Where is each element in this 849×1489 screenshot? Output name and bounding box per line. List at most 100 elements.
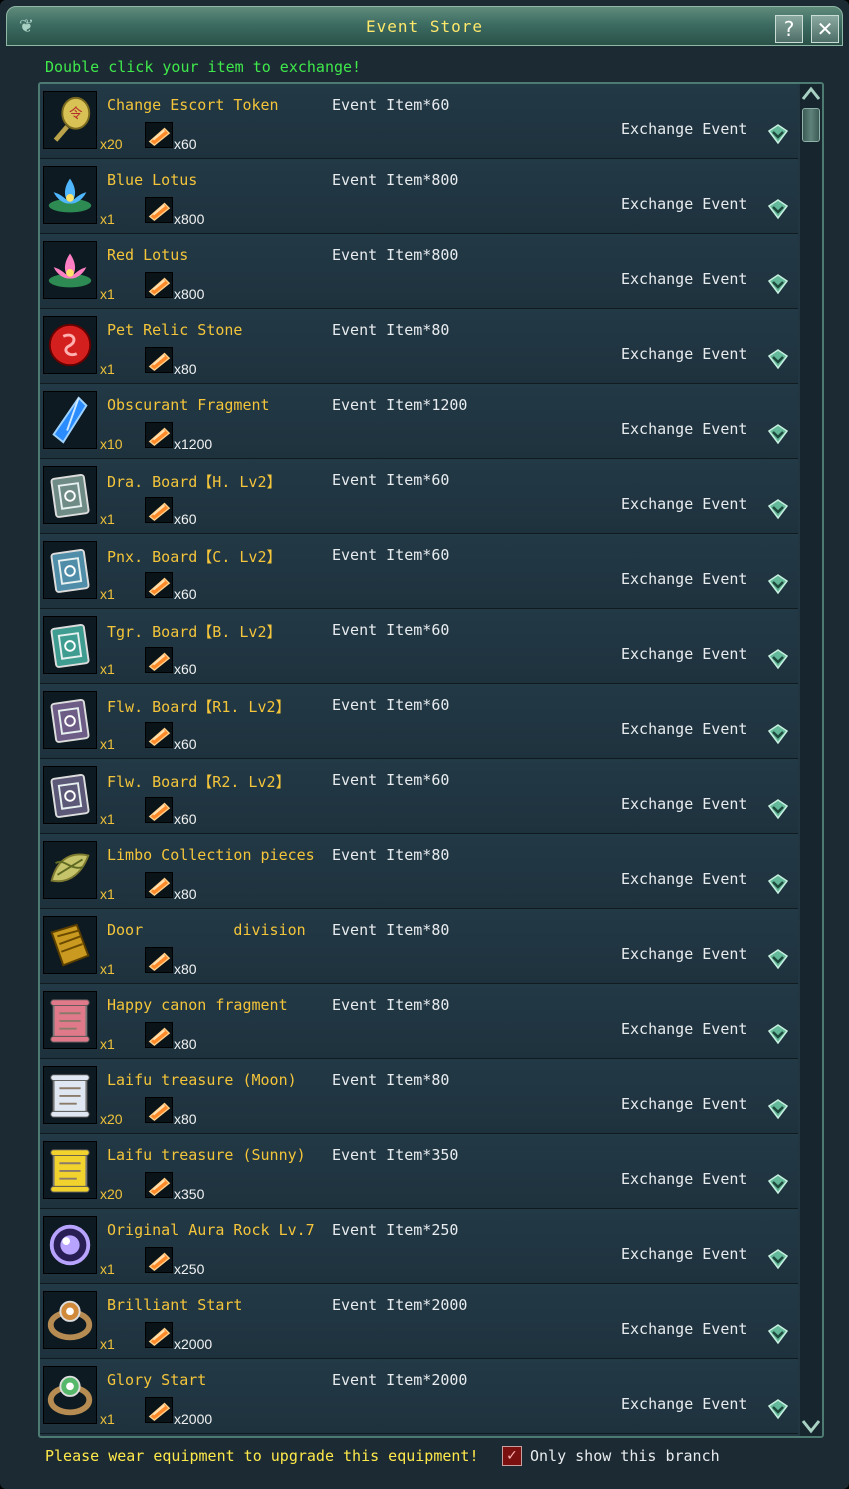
- item-quantity: x1: [100, 1411, 115, 1427]
- exchange-event-label[interactable]: Exchange Event: [621, 195, 747, 213]
- exchange-event-label[interactable]: Exchange Event: [621, 570, 747, 588]
- exchange-arrow-icon[interactable]: [766, 572, 790, 596]
- close-button[interactable]: ✕: [811, 15, 839, 43]
- item-list: 令 Change Escort Token Event Item*60 x20 x60 E…: [38, 82, 824, 1438]
- branch-checkbox[interactable]: ✓: [502, 1446, 522, 1466]
- exchange-arrow-icon[interactable]: [766, 197, 790, 221]
- red-lotus-icon[interactable]: [43, 241, 97, 299]
- item-row[interactable]: Flw. Board【R1. Lv2】 Event Item*60 x1 x60 Exc…: [40, 684, 798, 759]
- event-item-icon: [145, 122, 173, 148]
- scroll-icon[interactable]: [43, 991, 97, 1049]
- item-row[interactable]: Dra. Board【H. Lv2】 Event Item*60 x1 x60 Exch…: [40, 459, 798, 534]
- exchange-arrow-icon[interactable]: [766, 947, 790, 971]
- item-row[interactable]: Glory Start Event Item*2000 x1 x2000 Exchang…: [40, 1359, 798, 1434]
- exchange-event-label[interactable]: Exchange Event: [621, 1245, 747, 1263]
- cost-amount: x2000: [174, 1336, 213, 1352]
- exchange-event-label[interactable]: Exchange Event: [621, 270, 747, 288]
- item-row[interactable]: Limbo Collection pieces Event Item*80 x1 x8…: [40, 834, 798, 909]
- item-name: Door division: [107, 921, 306, 939]
- token-icon[interactable]: 令: [43, 91, 97, 149]
- blue-lotus-icon[interactable]: [43, 166, 97, 224]
- item-cost-label: Event Item*2000: [332, 1371, 468, 1389]
- exchange-arrow-icon[interactable]: [766, 1322, 790, 1346]
- cost-amount: x80: [174, 361, 197, 377]
- item-row[interactable]: Tgr. Board【B. Lv2】 Event Item*60 x1 x60 Exch…: [40, 609, 798, 684]
- item-row[interactable]: Door division Event Item*80 x1 x80 Exchange …: [40, 909, 798, 984]
- item-row[interactable]: Original Aura Rock Lv.7 Event Item*250 x1 x…: [40, 1209, 798, 1284]
- relic-stone-icon[interactable]: [43, 316, 97, 374]
- exchange-hint: Double click your item to exchange!: [45, 58, 362, 76]
- ring-icon[interactable]: [43, 1366, 97, 1424]
- exchange-arrow-icon[interactable]: [766, 422, 790, 446]
- exchange-arrow-icon[interactable]: [766, 272, 790, 296]
- exchange-arrow-icon[interactable]: [766, 1397, 790, 1421]
- exchange-arrow-icon[interactable]: [766, 1022, 790, 1046]
- exchange-arrow-icon[interactable]: [766, 647, 790, 671]
- orb-icon[interactable]: [43, 1216, 97, 1274]
- scroll-icon[interactable]: [43, 1141, 97, 1199]
- item-row[interactable]: Flw. Board【R2. Lv2】 Event Item*60 x1 x60 Exc…: [40, 759, 798, 834]
- branch-checkbox-label[interactable]: Only show this branch: [530, 1447, 720, 1465]
- item-cost-label: Event Item*80: [332, 996, 450, 1014]
- exchange-event-label[interactable]: Exchange Event: [621, 945, 747, 963]
- scrollbar[interactable]: [800, 84, 822, 1436]
- cost-amount: x80: [174, 886, 197, 902]
- item-cost-label: Event Item*80: [332, 921, 450, 939]
- exchange-arrow-icon[interactable]: [766, 1247, 790, 1271]
- book-icon[interactable]: [43, 916, 97, 974]
- exchange-arrow-icon[interactable]: [766, 797, 790, 821]
- exchange-event-label[interactable]: Exchange Event: [621, 1095, 747, 1113]
- board-icon[interactable]: [43, 691, 97, 749]
- item-row[interactable]: Blue Lotus Event Item*800 x1 x800 Exchange E…: [40, 159, 798, 234]
- item-name: Laifu treasure (Sunny): [107, 1146, 306, 1164]
- help-button[interactable]: ?: [775, 15, 803, 43]
- item-row[interactable]: Laifu treasure (Sunny) Event Item*350 x20 x…: [40, 1134, 798, 1209]
- board-icon[interactable]: [43, 541, 97, 599]
- item-row[interactable]: 令 Change Escort Token Event Item*60 x20 x60 E…: [40, 84, 798, 159]
- item-row[interactable]: Pnx. Board【C. Lv2】 Event Item*60 x1 x60 Exch…: [40, 534, 798, 609]
- event-item-icon: [145, 1247, 173, 1273]
- cost-amount: x800: [174, 211, 205, 227]
- item-quantity: x1: [100, 661, 115, 677]
- board-icon[interactable]: [43, 616, 97, 674]
- exchange-arrow-icon[interactable]: [766, 347, 790, 371]
- exchange-event-label[interactable]: Exchange Event: [621, 120, 747, 138]
- exchange-event-label[interactable]: Exchange Event: [621, 795, 747, 813]
- exchange-event-label[interactable]: Exchange Event: [621, 345, 747, 363]
- scroll-icon[interactable]: [43, 1066, 97, 1124]
- item-quantity: x1: [100, 886, 115, 902]
- item-row[interactable]: Obscurant Fragment Event Item*1200 x10 x120…: [40, 384, 798, 459]
- exchange-event-label[interactable]: Exchange Event: [621, 1320, 747, 1338]
- item-quantity: x1: [100, 736, 115, 752]
- exchange-event-label[interactable]: Exchange Event: [621, 870, 747, 888]
- board-icon[interactable]: [43, 766, 97, 824]
- ring-icon[interactable]: [43, 1291, 97, 1349]
- exchange-arrow-icon[interactable]: [766, 722, 790, 746]
- item-row[interactable]: Laifu treasure (Moon) Event Item*80 x20 x80…: [40, 1059, 798, 1134]
- exchange-arrow-icon[interactable]: [766, 872, 790, 896]
- leaves-icon[interactable]: [43, 841, 97, 899]
- exchange-event-label[interactable]: Exchange Event: [621, 1020, 747, 1038]
- exchange-arrow-icon[interactable]: [766, 1097, 790, 1121]
- exchange-arrow-icon[interactable]: [766, 1172, 790, 1196]
- item-row[interactable]: Brilliant Start Event Item*2000 x1 x2000 Exc…: [40, 1284, 798, 1359]
- exchange-event-label[interactable]: Exchange Event: [621, 1170, 747, 1188]
- scroll-up-button[interactable]: [800, 84, 822, 104]
- scroll-down-button[interactable]: [800, 1416, 822, 1436]
- exchange-arrow-icon[interactable]: [766, 122, 790, 146]
- scroll-thumb[interactable]: [802, 108, 820, 142]
- exchange-arrow-icon[interactable]: [766, 497, 790, 521]
- exchange-event-label[interactable]: Exchange Event: [621, 1395, 747, 1413]
- item-cost-label: Event Item*60: [332, 621, 450, 639]
- exchange-event-label[interactable]: Exchange Event: [621, 420, 747, 438]
- item-row[interactable]: Happy canon fragment Event Item*80 x1 x80 Ex…: [40, 984, 798, 1059]
- board-icon[interactable]: [43, 466, 97, 524]
- exchange-event-label[interactable]: Exchange Event: [621, 645, 747, 663]
- title-bar[interactable]: ❦ Event Store ? ✕: [6, 6, 843, 46]
- item-quantity: x1: [100, 1336, 115, 1352]
- crystal-icon[interactable]: [43, 391, 97, 449]
- exchange-event-label[interactable]: Exchange Event: [621, 720, 747, 738]
- item-row[interactable]: Pet Relic Stone Event Item*80 x1 x80 Exchang…: [40, 309, 798, 384]
- item-row[interactable]: Red Lotus Event Item*800 x1 x800 Exchange Ev…: [40, 234, 798, 309]
- exchange-event-label[interactable]: Exchange Event: [621, 495, 747, 513]
